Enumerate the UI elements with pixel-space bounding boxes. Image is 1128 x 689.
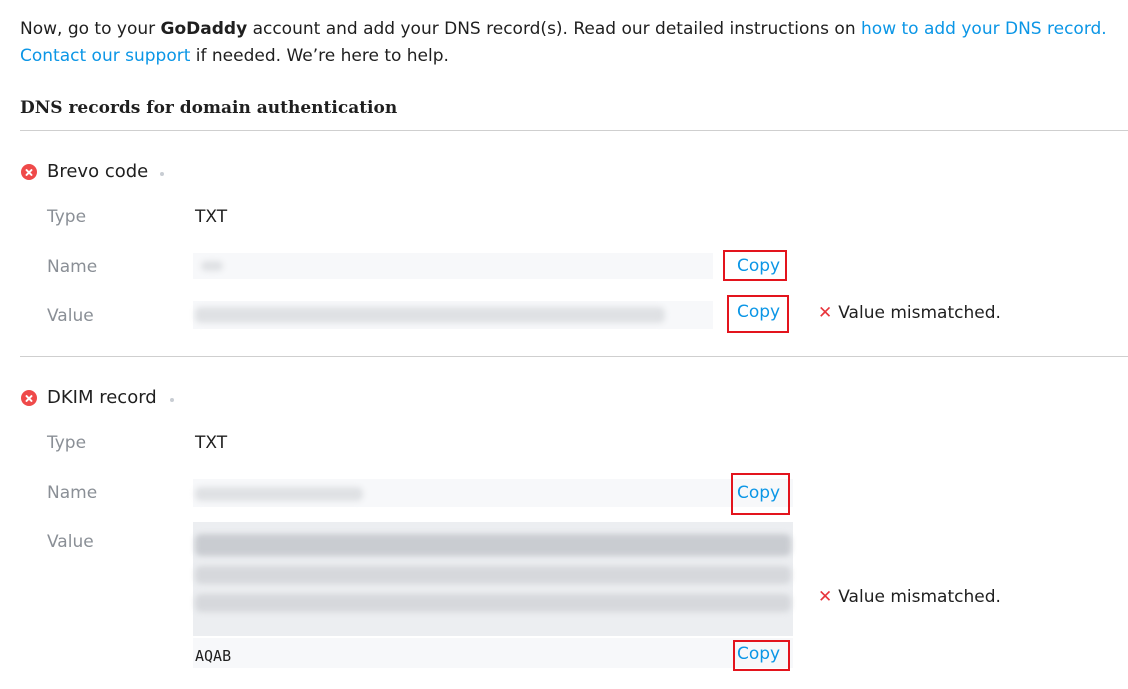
status-text: Value mismatched. (838, 303, 1001, 323)
name-label: Name (47, 483, 98, 503)
error-icon (21, 164, 37, 180)
intro-part1: Now, go to your (20, 19, 161, 39)
value-field-tail (193, 638, 793, 668)
value-label: Value (47, 532, 94, 552)
record-title: DKIM record (47, 387, 157, 408)
redacted-value-line (195, 566, 791, 584)
dns-instructions-link[interactable]: how to add your DNS record. (861, 19, 1107, 39)
intro-text: Now, go to your GoDaddy account and add … (20, 16, 1120, 70)
type-label: Type (47, 207, 87, 227)
copy-name-button[interactable]: Copy (737, 256, 780, 276)
name-field (193, 253, 713, 279)
type-value: TXT (195, 207, 228, 227)
intro-part2: account and add your DNS record(s). Read… (247, 19, 862, 39)
redacted-name (201, 261, 223, 271)
intro-part3: if needed. We’re here to help. (190, 46, 449, 66)
redacted-name (195, 487, 363, 501)
status-message: ✕ Value mismatched. (818, 303, 1001, 323)
section-title: DNS records for domain authentication (20, 98, 398, 118)
type-value: TXT (195, 433, 228, 453)
value-label: Value (47, 306, 94, 326)
contact-support-link[interactable]: Contact our support (20, 46, 190, 66)
copy-value-button[interactable]: Copy (737, 302, 780, 322)
name-field (193, 479, 793, 507)
info-dot-icon (160, 172, 164, 176)
intro-brand: GoDaddy (160, 19, 248, 39)
copy-value-button[interactable]: Copy (737, 644, 780, 664)
copy-name-button[interactable]: Copy (737, 483, 780, 503)
status-text: Value mismatched. (838, 587, 1001, 607)
divider (20, 130, 1128, 131)
mismatch-x-icon: ✕ (818, 303, 833, 323)
redacted-value-line (195, 594, 791, 612)
name-label: Name (47, 257, 98, 277)
type-label: Type (47, 433, 87, 453)
mismatch-x-icon: ✕ (818, 587, 833, 607)
value-field (193, 522, 793, 636)
status-message: ✕ Value mismatched. (818, 587, 1001, 607)
divider (20, 356, 1128, 357)
value-field (193, 301, 713, 329)
record-title: Brevo code (47, 161, 149, 182)
redacted-value-line (195, 534, 791, 556)
error-icon (21, 390, 37, 406)
redacted-value (195, 307, 665, 323)
value-suffix: AQAB (195, 647, 232, 665)
info-dot-icon (170, 398, 174, 402)
